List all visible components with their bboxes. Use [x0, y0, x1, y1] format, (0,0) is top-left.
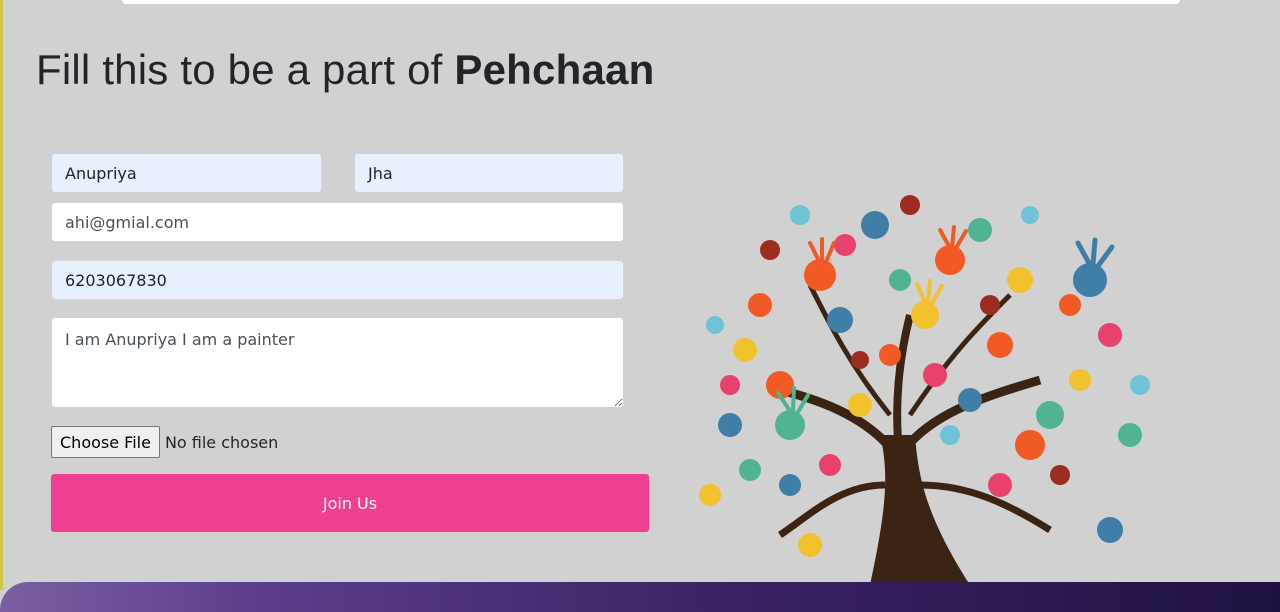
choose-file-button[interactable]: Choose File: [51, 426, 160, 458]
file-status-text: No file chosen: [164, 432, 279, 452]
brand-name: Pehchaan: [454, 46, 655, 93]
phone-value: 6203067830: [65, 270, 167, 290]
phone-input[interactable]: 6203067830: [51, 260, 624, 300]
window-edge: [0, 0, 3, 590]
first-name-value: Anupriya: [65, 163, 137, 183]
email-value: ahi@gmial.com: [65, 212, 190, 232]
about-textarea[interactable]: I am Anupriya I am a painter: [51, 317, 624, 408]
file-upload: Choose File No file chosen: [51, 426, 278, 458]
top-bar: [122, 0, 1180, 4]
email-input[interactable]: ahi@gmial.com: [51, 202, 624, 242]
page-title: Fill this to be a part of Pehchaan: [36, 46, 654, 94]
last-name-input[interactable]: Jha: [354, 153, 624, 193]
page-title-prefix: Fill this to be a part of: [36, 46, 455, 93]
last-name-value: Jha: [368, 163, 393, 183]
handprint-tree-icon: [699, 195, 1150, 585]
join-us-button[interactable]: Join Us: [51, 474, 649, 532]
first-name-input[interactable]: Anupriya: [51, 153, 322, 193]
footer-band: [0, 582, 1280, 612]
